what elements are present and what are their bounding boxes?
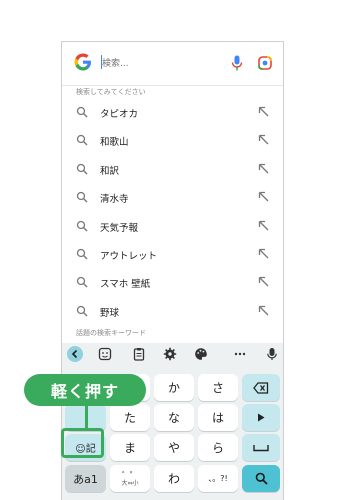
search-icon xyxy=(76,106,88,118)
search-icon xyxy=(76,220,88,232)
microphone-icon[interactable] xyxy=(231,55,243,71)
dakuten-key[interactable]: ゛゜ 大⇔小 xyxy=(110,465,150,492)
suggestion-label: 天気予報 xyxy=(100,222,139,234)
key-ha[interactable]: は xyxy=(198,404,238,431)
fill-query-arrow-icon[interactable] xyxy=(258,305,269,316)
callout-pointer-line xyxy=(85,405,88,429)
key-sa[interactable]: さ xyxy=(198,374,238,401)
fill-query-arrow-icon[interactable] xyxy=(258,134,269,145)
dakuten-sub-label: 大⇔小 xyxy=(121,479,139,487)
suggestion-row[interactable]: スマホ 壁紙 xyxy=(62,268,283,296)
keyboard-toolbar xyxy=(62,343,283,365)
space-key[interactable] xyxy=(242,434,280,461)
suggestion-label: 和歌山 xyxy=(100,137,129,149)
key-wa[interactable]: わ xyxy=(154,465,194,492)
microphone-icon[interactable] xyxy=(265,347,279,361)
triangle-right-icon xyxy=(258,413,265,422)
suggestion-row[interactable]: 和訳 xyxy=(62,155,283,183)
fill-query-arrow-icon[interactable] xyxy=(258,276,269,287)
suggestion-row[interactable]: 天気予報 xyxy=(62,212,283,240)
suggestion-label: 野球 xyxy=(100,307,120,319)
space-icon xyxy=(253,444,269,451)
fill-query-arrow-icon[interactable] xyxy=(258,163,269,174)
gear-icon[interactable] xyxy=(163,347,177,361)
search-icon xyxy=(76,135,88,146)
key-ra[interactable]: ら xyxy=(198,434,238,461)
punctuation-key[interactable]: 、。?! xyxy=(198,465,238,492)
search-icon xyxy=(76,277,88,288)
key-ya[interactable]: や xyxy=(154,434,194,461)
search-enter-key[interactable] xyxy=(242,465,280,492)
search-bar xyxy=(62,42,283,85)
key-ka[interactable]: か xyxy=(154,374,194,401)
fill-query-arrow-icon[interactable] xyxy=(258,191,269,202)
suggestion-row[interactable]: アウトレット xyxy=(62,240,283,268)
key-na[interactable]: な xyxy=(154,404,194,431)
cursor-right-key[interactable] xyxy=(242,404,280,431)
search-input[interactable] xyxy=(102,56,222,72)
suggestion-label: アウトレット xyxy=(100,250,158,262)
sticker-icon[interactable] xyxy=(98,347,112,361)
dakuten-label: ゛゜ xyxy=(122,470,138,480)
suggestion-row[interactable]: 野球 xyxy=(62,297,283,325)
section-label-try: 検索してみてください xyxy=(76,88,146,96)
google-logo-icon xyxy=(74,53,91,71)
emoji-key-highlight xyxy=(61,428,104,458)
key-ma[interactable]: ま xyxy=(110,434,150,461)
key-ta[interactable]: た xyxy=(110,404,150,431)
google-lens-icon[interactable] xyxy=(258,56,272,70)
search-icon xyxy=(255,472,268,485)
backspace-key[interactable] xyxy=(242,374,280,401)
search-icon xyxy=(76,192,88,203)
search-divider xyxy=(62,85,283,86)
palette-icon[interactable] xyxy=(194,347,208,361)
more-horizontal-icon[interactable] xyxy=(233,347,247,361)
suggestion-label: スマホ 壁紙 xyxy=(100,279,151,291)
kana-switch-key[interactable]: あa1 xyxy=(65,465,106,492)
search-icon xyxy=(76,305,88,317)
suggestion-label: 和訳 xyxy=(100,165,120,177)
fill-query-arrow-icon[interactable] xyxy=(258,248,269,259)
suggestion-row[interactable]: 清水寺 xyxy=(62,183,283,211)
fill-query-arrow-icon[interactable] xyxy=(258,220,269,231)
toolbar-back-button[interactable] xyxy=(67,346,83,362)
fill-query-arrow-icon[interactable] xyxy=(258,106,269,117)
search-icon xyxy=(76,248,88,260)
section-label-trending: 話題の検索キーワード xyxy=(76,329,146,337)
backspace-icon xyxy=(253,381,269,394)
search-icon xyxy=(76,163,88,175)
suggestion-label: 清水寺 xyxy=(100,194,129,206)
suggestion-list: タピオカ 和歌山 和訳 清水寺 天気予報 アウトレット スマホ 壁紙 野球 xyxy=(62,98,283,325)
instruction-callout: 軽く押す xyxy=(24,374,146,406)
suggestion-row[interactable]: 和歌山 xyxy=(62,126,283,154)
keyboard: ☺記 あa1 か さ た な は ま や ら ゛゜ 大⇔小 わ 、。?! xyxy=(62,343,283,500)
chevron-left-icon xyxy=(71,349,78,359)
clipboard-icon[interactable] xyxy=(132,347,146,361)
suggestion-row[interactable]: タピオカ xyxy=(62,98,283,126)
suggestion-label: タピオカ xyxy=(100,109,139,120)
